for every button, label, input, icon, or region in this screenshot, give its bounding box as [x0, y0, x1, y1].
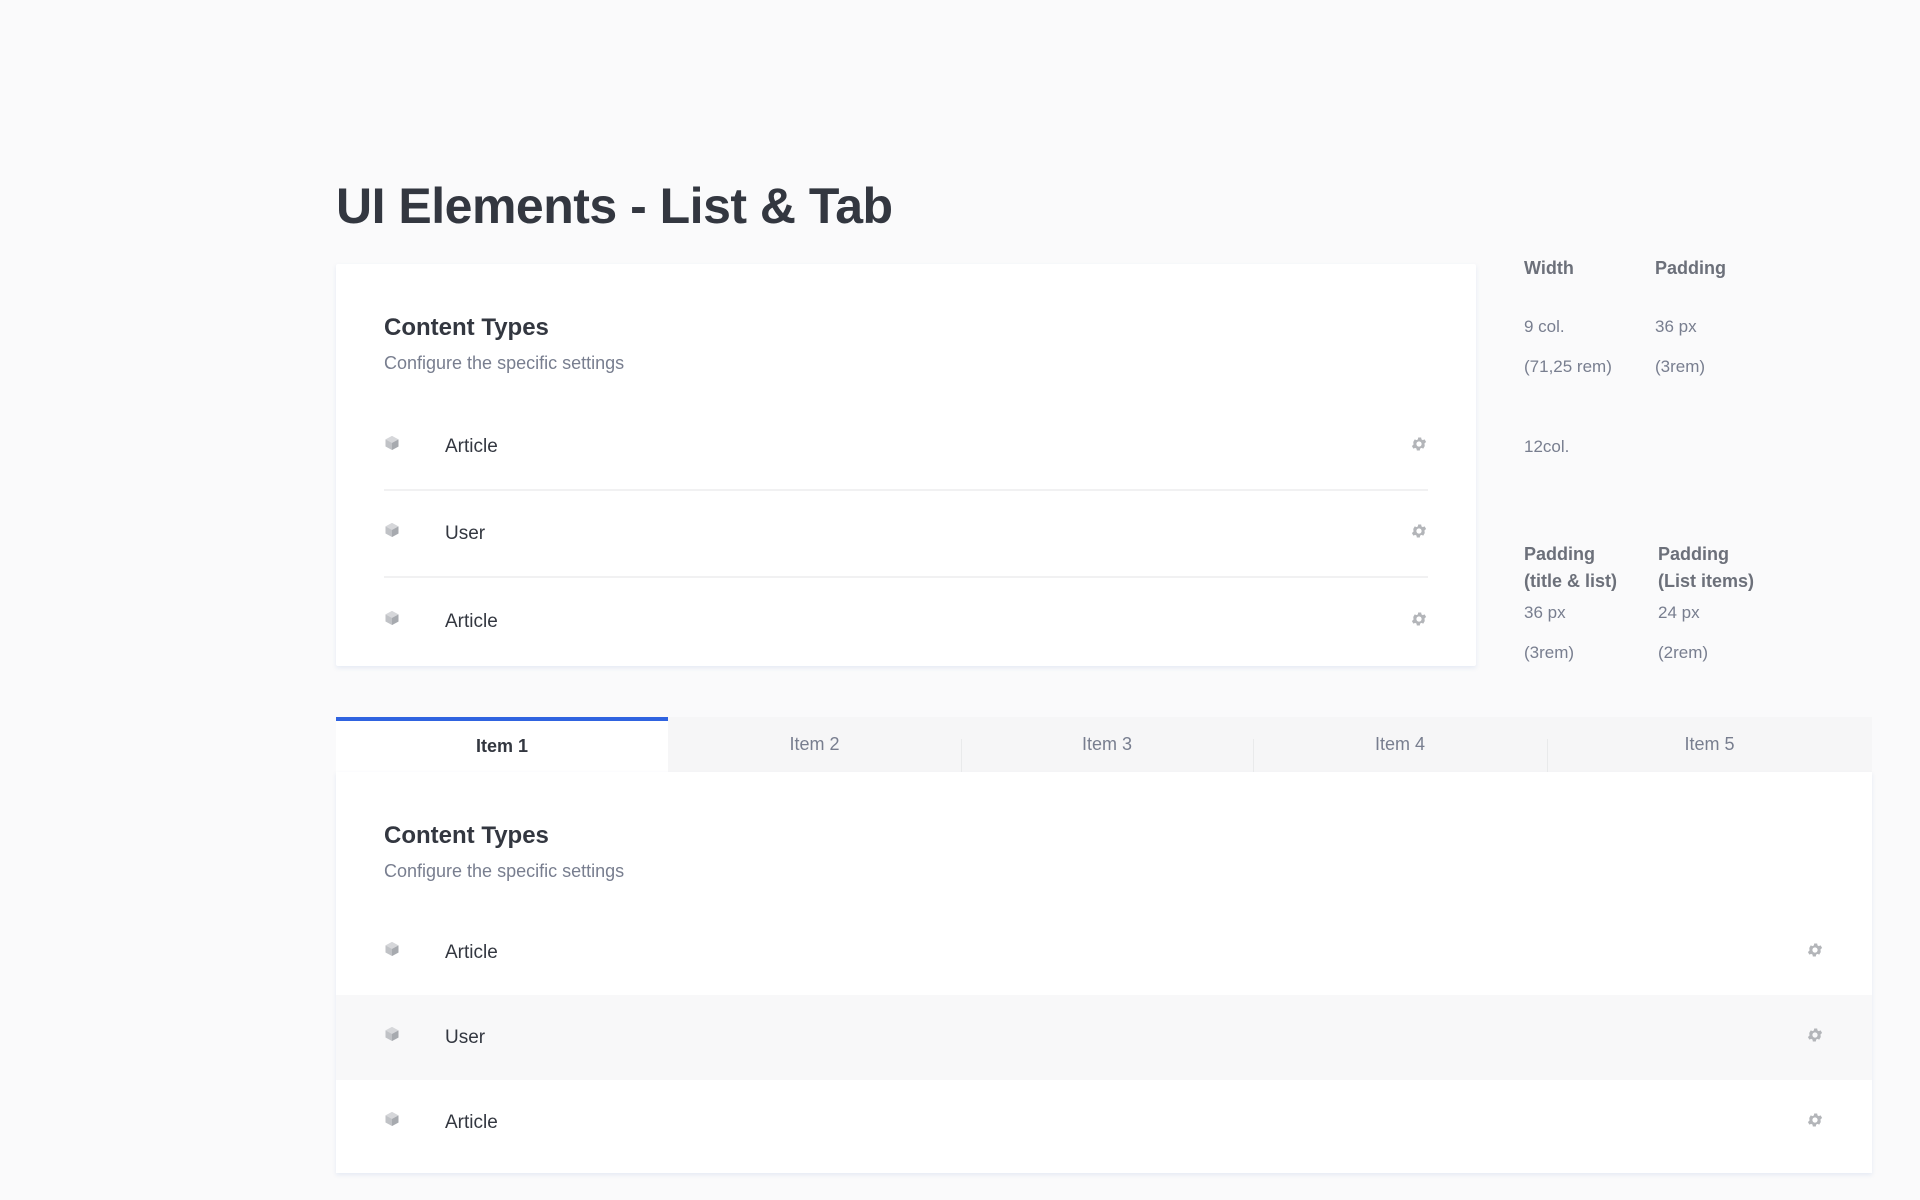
tab-item-1[interactable]: Item 1	[336, 717, 668, 772]
spec-12col: 12col.	[1524, 437, 1570, 456]
list-item[interactable]: User	[384, 491, 1428, 578]
cube-icon	[385, 435, 399, 450]
content-types-list: Article User Article	[336, 910, 1872, 1165]
cube-icon	[385, 1026, 399, 1041]
cube-icon	[385, 941, 399, 956]
spec-padding-title-list-px: 36 px	[1524, 603, 1566, 622]
tab-label: Item 4	[1374, 734, 1426, 754]
tab-panel: Content Types Configure the specific set…	[336, 772, 1872, 1173]
spec-padding-px: 36 px	[1655, 317, 1697, 336]
card-title: Content Types	[384, 314, 549, 341]
list-item-label: Article	[445, 941, 498, 963]
gear-icon[interactable]	[1806, 941, 1824, 959]
list-item-label: User	[445, 522, 486, 544]
spec-padding-rem: (3rem)	[1655, 357, 1706, 376]
tab-label: Item 1	[475, 736, 529, 756]
cube-icon	[385, 610, 399, 625]
tab-item-3[interactable]: Item 3	[961, 717, 1253, 772]
list-item[interactable]: Article	[384, 578, 1428, 665]
tab-bar: Item 1 Item 2 Item 3 Item 4 Item 5	[336, 717, 1872, 772]
list-item-label: Article	[445, 435, 498, 457]
gear-icon[interactable]	[1410, 435, 1428, 453]
cube-icon	[385, 1111, 399, 1126]
page-title: UI Elements - List & Tab	[336, 178, 893, 234]
content-types-list: Article User Article	[384, 404, 1428, 665]
spec-padding-list-items-heading: Padding	[1658, 544, 1729, 564]
gear-icon[interactable]	[1410, 610, 1428, 628]
spec-width-heading: Width	[1524, 258, 1574, 278]
card-title: Content Types	[384, 822, 549, 849]
list-item[interactable]: User	[336, 995, 1872, 1080]
list-item[interactable]: Article	[384, 404, 1428, 491]
card-subtitle: Configure the specific settings	[384, 861, 625, 881]
spec-padding-list-items-rem: (2rem)	[1658, 643, 1709, 662]
spec-padding-heading: Padding	[1655, 258, 1726, 278]
spec-padding-title-list-rem: (3rem)	[1524, 643, 1575, 662]
spec-width-cols: 9 col.	[1524, 317, 1565, 336]
tab-label: Item 5	[1684, 734, 1735, 754]
page: UI Elements - List & Tab Content Types C…	[0, 0, 1920, 1200]
list-item-label: User	[445, 1026, 486, 1048]
tab-label: Item 2	[789, 734, 840, 754]
gear-icon[interactable]	[1410, 522, 1428, 540]
gear-icon[interactable]	[1806, 1026, 1824, 1044]
content-types-card: Content Types Configure the specific set…	[336, 264, 1476, 666]
spec-padding-list-items-heading-sub: (List items)	[1658, 571, 1755, 591]
tab-label: Item 3	[1081, 734, 1133, 754]
spec-padding-list-items-px: 24 px	[1658, 603, 1700, 622]
cube-icon	[385, 522, 399, 537]
list-item-label: Article	[445, 1111, 498, 1133]
tab-item-2[interactable]: Item 2	[668, 717, 961, 772]
list-item[interactable]: Article	[336, 1080, 1872, 1165]
tab-item-4[interactable]: Item 4	[1253, 717, 1547, 772]
spec-width-rem: (71,25 rem)	[1524, 357, 1612, 376]
list-item-label: Article	[445, 610, 498, 632]
tab-item-5[interactable]: Item 5	[1547, 717, 1872, 772]
list-item[interactable]: Article	[336, 910, 1872, 995]
spec-padding-title-list-heading-sub: (title & list)	[1524, 571, 1617, 591]
gear-icon[interactable]	[1806, 1111, 1824, 1129]
spec-padding-title-list-heading: Padding	[1524, 544, 1595, 564]
card-subtitle: Configure the specific settings	[384, 353, 625, 373]
